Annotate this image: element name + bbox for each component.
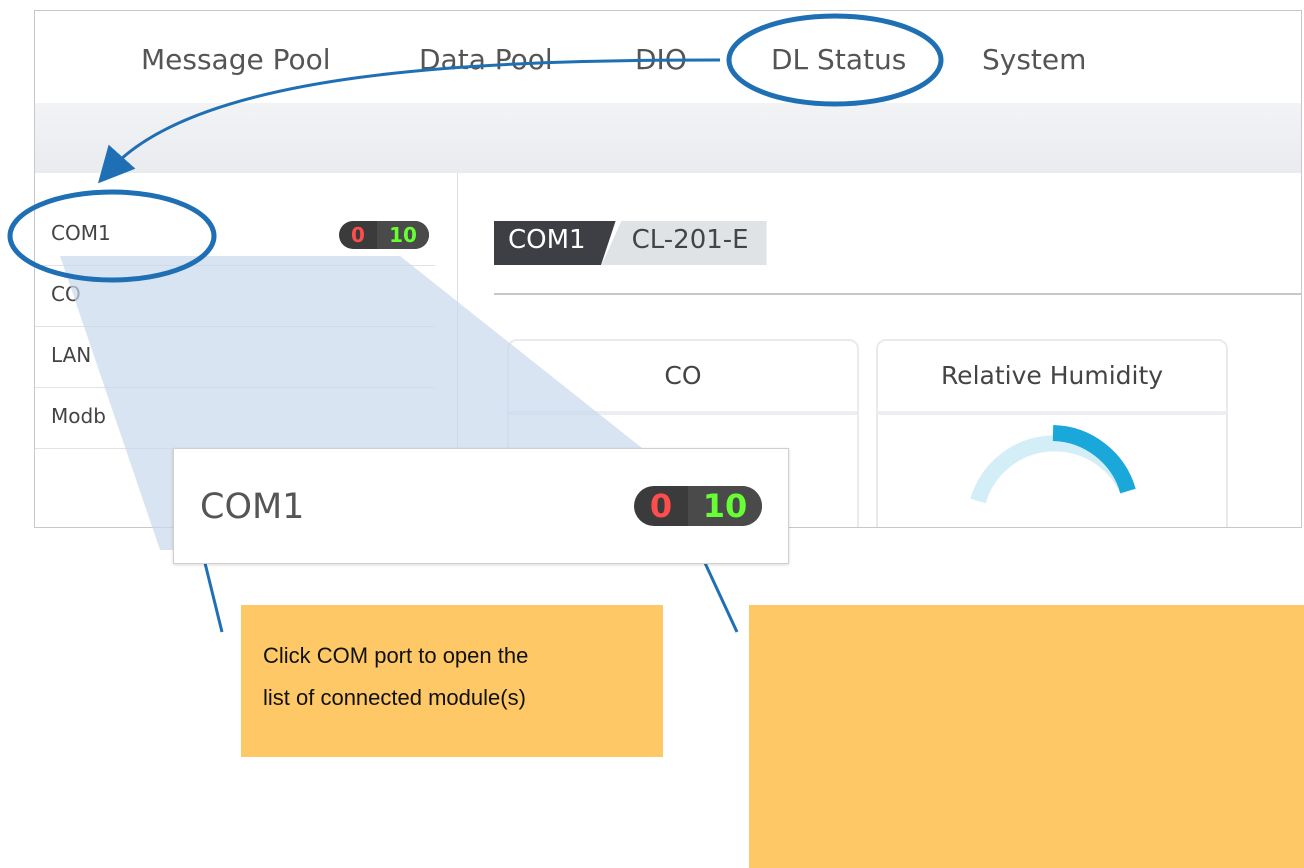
zoom-error-count: 0 — [649, 487, 673, 525]
card-divider — [509, 411, 857, 415]
sidebar-item-label: CO — [51, 282, 81, 306]
error-count: 0 — [351, 223, 365, 247]
note-left-line1: Click COM port to open the — [263, 643, 529, 668]
status-badge: 0 10 — [339, 221, 429, 249]
callout-line-right — [703, 562, 739, 633]
ok-count: 10 — [377, 221, 429, 249]
note-right — [749, 605, 1304, 868]
sidebar-item-label: LAN — [51, 343, 92, 367]
top-navigation: Message Pool Data Pool DIO DL Status Sys… — [35, 11, 1301, 103]
model-tag: CL-201-E — [601, 221, 767, 265]
note-left-text: Click COM port to open the list of conne… — [263, 635, 528, 719]
com-tag: COM1 — [494, 221, 616, 265]
nav-data-pool[interactable]: Data Pool — [419, 43, 553, 76]
note-left-line2: list of connected module(s) — [263, 685, 526, 710]
sidebar-item-lan[interactable]: LAN — [35, 327, 435, 388]
nav-dl-status[interactable]: DL Status — [771, 43, 906, 76]
toolbar-strip — [35, 103, 1301, 173]
sidebar-item-label: COM1 — [51, 221, 111, 245]
zoom-label: COM1 — [200, 487, 305, 527]
sidebar-item-modbus[interactable]: Modb — [35, 388, 435, 449]
zoom-callout: COM1 0 10 — [173, 448, 789, 564]
callout-line-left — [203, 562, 224, 633]
divider — [494, 293, 1301, 295]
nav-system[interactable]: System — [982, 43, 1086, 76]
zoom-ok-count: 10 — [688, 486, 762, 526]
nav-dio[interactable]: DIO — [635, 43, 687, 76]
zoom-status-badge: 0 10 — [634, 486, 762, 526]
device-tag: COM1 CL-201-E — [494, 221, 767, 265]
humidity-gauge — [970, 425, 1136, 504]
sidebar-item-com2[interactable]: CO — [35, 266, 435, 327]
card-title: CO — [664, 361, 702, 390]
nav-message-pool[interactable]: Message Pool — [141, 43, 331, 76]
note-left: Click COM port to open the list of conne… — [241, 605, 663, 757]
sidebar-item-label: Modb — [51, 404, 106, 428]
sensor-card-humidity: Relative Humidity — [876, 339, 1228, 527]
sidebar-item-com1[interactable]: COM1 0 10 — [35, 205, 435, 266]
